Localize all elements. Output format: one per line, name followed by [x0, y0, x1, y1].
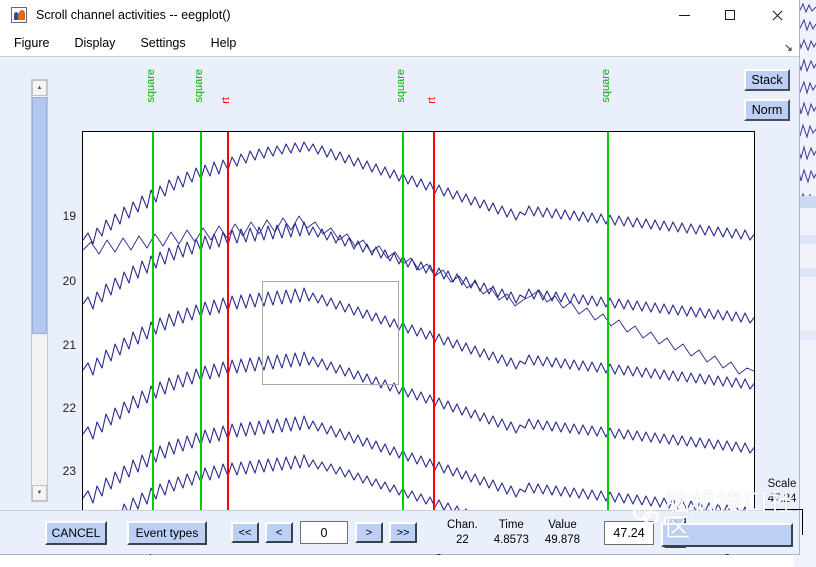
window-buttons [661, 0, 799, 30]
scrollbar-thumb[interactable] [32, 97, 47, 334]
cursor-readout: Chan. 22 Time 4.8573 Value 49.878 [447, 518, 580, 548]
nav-last-page-button[interactable]: >> [389, 522, 417, 543]
readout-time-label: Time [498, 518, 524, 531]
nav-first-page-button[interactable]: << [231, 522, 259, 543]
event-types-button[interactable]: Event types [127, 520, 207, 545]
cancel-button[interactable]: CANCEL [45, 520, 107, 545]
title-bar: Scroll channel activities -- eegplot() [0, 0, 799, 30]
event-marker-square-3[interactable] [402, 132, 404, 539]
event-marker-square-4[interactable] [607, 132, 609, 539]
readout-time: Time 4.8573 [494, 518, 529, 548]
readout-value-label: Value [548, 518, 577, 531]
event-marker-rt-2[interactable] [433, 132, 435, 539]
matlab-icon [11, 7, 27, 23]
readout-channel-label: Chan. [447, 518, 478, 531]
menu-item-figure[interactable]: Figure [3, 34, 60, 52]
nav-previous-page-button[interactable]: < [265, 522, 293, 543]
readout-value: Value 49.878 [545, 518, 580, 548]
stack-button[interactable]: Stack [744, 69, 790, 91]
y-tick-label-21: 21 [62, 338, 76, 352]
eeg-traces [83, 141, 754, 539]
norm-button[interactable]: Norm [744, 99, 790, 121]
eeg-plot-axes[interactable] [82, 131, 755, 540]
scale-legend-value: 47.24 [767, 493, 797, 505]
window-body: ▲ ▼ Stack Norm square square rt square r… [0, 57, 803, 558]
minimize-icon [678, 14, 690, 16]
event-marker-rt-1[interactable] [227, 132, 229, 539]
event-label-square-3: square [395, 69, 407, 103]
minimize-button[interactable] [661, 0, 707, 30]
maximize-button[interactable] [707, 0, 753, 30]
event-label-rt-2: rt [426, 97, 438, 104]
scroll-down-button[interactable]: ▼ [32, 485, 47, 501]
readout-time-value: 4.8573 [493, 533, 529, 546]
scale-legend-label: Scale [767, 478, 797, 490]
chevron-up-icon: ▲ [36, 85, 43, 91]
menu-item-help[interactable]: Help [200, 34, 248, 52]
y-tick-label-22: 22 [62, 401, 76, 415]
event-label-square-1: square [145, 69, 157, 103]
window-title: Scroll channel activities -- eegplot() [36, 8, 231, 22]
readout-channel-value: 22 [455, 533, 469, 546]
desktop-background: Scroll channel activities -- eegplot() F… [0, 0, 816, 567]
scale-input[interactable]: 47.24 [604, 520, 655, 545]
nav-next-page-button[interactable]: > [355, 522, 383, 543]
scale-legend: Scale 47.24 [760, 477, 804, 507]
eegplot-window: Scroll channel activities -- eegplot() F… [0, 0, 803, 558]
obscured-button[interactable] [661, 523, 793, 547]
selection-rectangle[interactable] [262, 281, 399, 385]
readout-channel: Chan. 22 [447, 518, 478, 548]
event-label-square-2: square [193, 69, 205, 103]
event-marker-square-2[interactable] [200, 132, 202, 539]
event-label-rt-1: rt [220, 97, 232, 104]
y-tick-label-20: 20 [62, 274, 76, 288]
y-tick-label-19: 19 [62, 209, 76, 223]
readout-value-value: 49.878 [544, 533, 581, 546]
y-tick-label-23: 23 [62, 464, 76, 478]
event-label-square-4: square [600, 69, 612, 103]
maximize-icon [725, 10, 735, 20]
menu-item-settings[interactable]: Settings [129, 34, 196, 52]
page-number-input[interactable]: 0 [300, 521, 348, 544]
event-marker-square-1[interactable] [152, 132, 154, 539]
scroll-up-button[interactable]: ▲ [32, 80, 47, 96]
close-icon [771, 10, 782, 21]
menu-bar: Figure Display Settings Help ↘ [0, 30, 799, 57]
close-button[interactable] [753, 0, 799, 30]
resize-grip-icon[interactable]: ↘ [784, 43, 793, 54]
chevron-down-icon: ▼ [36, 490, 43, 496]
menu-item-display[interactable]: Display [63, 34, 126, 52]
channel-scrollbar[interactable]: ▲ ▼ [31, 79, 48, 502]
